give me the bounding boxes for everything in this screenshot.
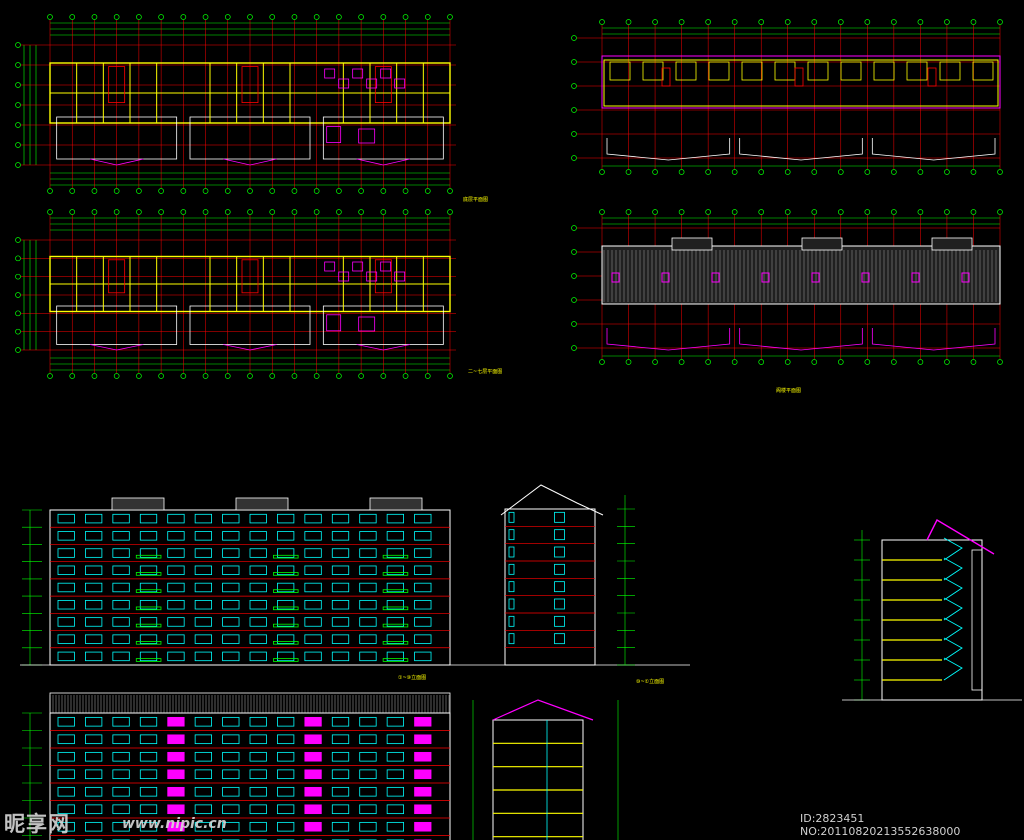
elev-back-title: ⑩~①立面图	[636, 678, 664, 685]
side-elevation	[500, 484, 635, 666]
elev-front-title: ①~⑩立面图	[398, 674, 426, 681]
front-elevation	[20, 497, 690, 666]
watermark-brand: 昵享网	[4, 812, 70, 836]
roof-plan	[571, 209, 1003, 365]
watermark-url: www.nipic.cn	[122, 816, 227, 832]
attic-floor-plan	[571, 19, 1003, 175]
stair-section	[842, 519, 1022, 701]
side-section	[472, 699, 619, 840]
watermark-id: ID:2823451 NO:20110820213552638000	[800, 812, 961, 838]
typical-floor-plan	[15, 209, 456, 379]
plan-typical-title: 二~七层平面图	[468, 368, 502, 375]
ground-floor-plan	[15, 14, 456, 194]
cad-drawing-canvas: 底层平面图 二~七层平面图 阁楼平面图 ①~⑩立面图 ⑩~①立面图	[15, 14, 1022, 840]
back-elevation	[22, 692, 451, 840]
plan-ground-title: 底层平面图	[463, 196, 488, 203]
plan-attic-title: 阁楼平面图	[776, 387, 801, 394]
